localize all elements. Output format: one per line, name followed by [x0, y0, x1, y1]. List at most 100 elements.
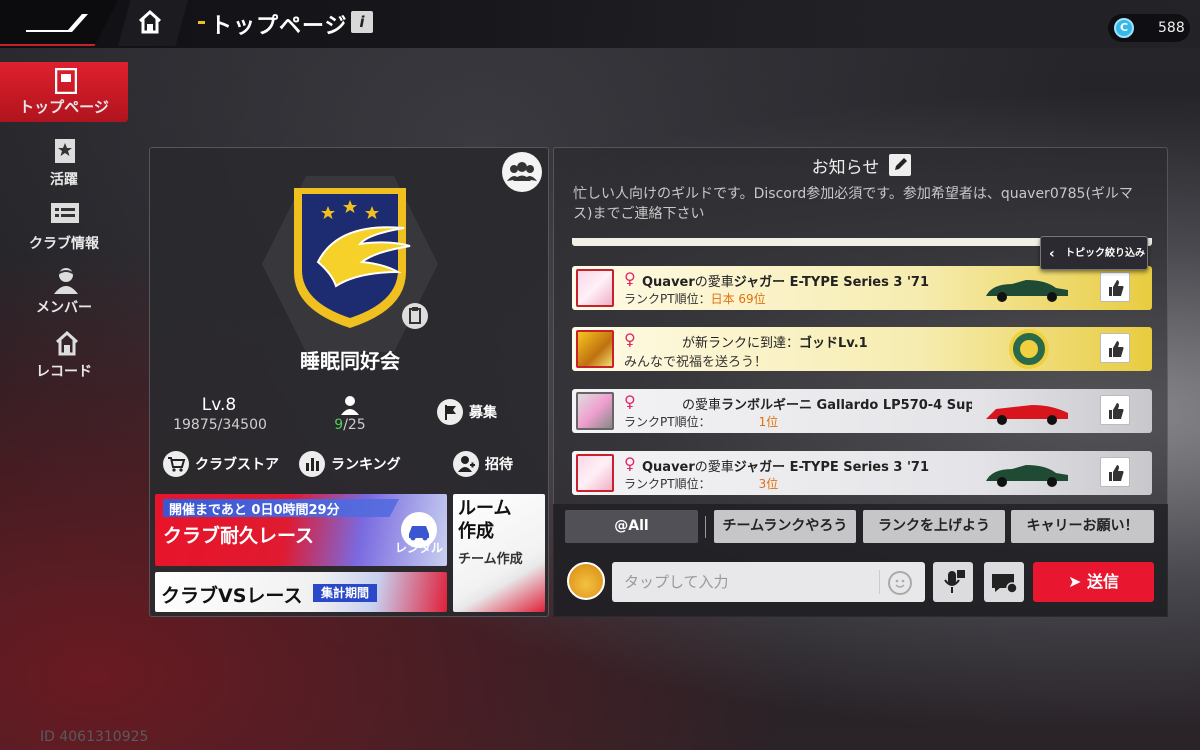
like-button[interactable] [1100, 333, 1130, 363]
feed-line-1: Quaverの愛車ジャガー E-TYPE Series 3 '71 [642, 456, 977, 475]
feed-verb: の愛車 [682, 398, 722, 413]
member-current: 9 [334, 417, 344, 433]
sidebar-item-members[interactable]: メンバー [0, 258, 128, 322]
quick-chat-team-rank[interactable]: チームランクやろう [714, 510, 856, 543]
home-icon [55, 330, 79, 356]
user-avatar [576, 392, 614, 430]
back-arrow-icon [26, 14, 88, 32]
feed-item: ♀ Quaverの愛車ジャガー E-TYPE Series 3 '71 ランクP… [572, 451, 1152, 495]
feed-verb: の愛車 [694, 275, 734, 290]
feed-car: ランボルギーニ Gallardo LP570-4 Superle [721, 398, 972, 413]
feed-item: ♀ が新ランクに到達：ゴッドLv.1 みんなで祝福を送ろう！ [572, 327, 1152, 371]
stamp-button[interactable] [984, 562, 1024, 602]
sidebar-item-club-info[interactable]: クラブ情報 [0, 194, 128, 258]
sidebar-item-label: トップページ [19, 98, 109, 116]
member-icon [54, 268, 78, 294]
sidebar: トップページ 活躍 クラブ情報 メンバー レコード [0, 62, 128, 386]
room-create-card[interactable]: ルーム作成 チーム作成 [453, 494, 545, 612]
feed-item: ♀ の愛車ランボルギーニ Gallardo LP570-4 Superle ラン… [572, 389, 1152, 433]
player-id: ID 4061310925 [40, 729, 149, 745]
info-card-icon [51, 203, 79, 223]
feed-line-1: の愛車ランボルギーニ Gallardo LP570-4 Superle [682, 394, 972, 413]
feed-line-1: Quaverの愛車ジャガー E-TYPE Series 3 '71 [642, 271, 977, 290]
vs-title: クラブVSレース [161, 585, 303, 607]
club-members-button[interactable] [502, 152, 542, 192]
member-count: 9/25 [310, 417, 390, 433]
activity-feed[interactable]: ♀ Quaverの愛車ジャガー E-TYPE Series 3 '71 ランクP… [572, 238, 1152, 503]
chat-avatar [567, 562, 605, 600]
club-card-icon [55, 68, 77, 94]
chevron-left-icon: ‹ [1049, 246, 1055, 262]
like-button[interactable] [1100, 395, 1130, 425]
quick-chat-carry[interactable]: キャリーお願い！ [1011, 510, 1154, 543]
vs-badge: 集計期間 [313, 584, 378, 602]
endurance-title: クラブ耐久レース [163, 525, 315, 547]
club-store-button[interactable]: クラブストア [163, 451, 279, 477]
sidebar-item-record[interactable]: レコード [0, 322, 128, 386]
rank-label: ランクPT順位： [624, 477, 711, 491]
divider [705, 516, 706, 538]
clipboard-icon[interactable] [402, 303, 428, 329]
back-button[interactable] [0, 0, 118, 46]
feed-car: ジャガー E-TYPE Series 3 '71 [733, 460, 930, 475]
cart-icon [163, 451, 189, 477]
info-icon[interactable]: i [351, 11, 373, 33]
recruit-button[interactable]: 募集 [437, 399, 497, 425]
feed-user: Quaver [642, 460, 695, 475]
like-button[interactable] [1100, 457, 1130, 487]
feed-line-2: みんなで祝福を送ろう！ [624, 351, 767, 370]
endurance-timer: 開催まであと 0日0時間29分 [169, 503, 340, 518]
emoji-icon[interactable] [888, 571, 912, 595]
room-subtitle: チーム作成 [458, 552, 523, 567]
sidebar-item-label: 活躍 [50, 172, 78, 188]
car-icon [986, 405, 1068, 425]
home-button[interactable] [118, 0, 188, 46]
topic-filter-button[interactable]: ‹ トピック絞り込み [1040, 236, 1148, 270]
ranking-button[interactable]: ランキング [299, 451, 401, 477]
invite-button[interactable]: 招待 [453, 451, 513, 477]
female-icon: ♀ [624, 330, 636, 349]
feed-line-2: ランクPT順位：日本 69位 [624, 290, 766, 307]
thumbs-up-icon [1109, 280, 1124, 296]
home-icon [138, 9, 162, 34]
feed-line-1: が新ランクに到達：ゴッドLv.1 [682, 332, 1017, 351]
feed-user: Quaver [642, 275, 695, 290]
currency-value: 588 [1158, 20, 1185, 36]
notice-header: お知らせ [554, 153, 1167, 178]
rank-value: 日本 69位 [710, 292, 766, 306]
quick-chat-all[interactable]: @All [565, 510, 698, 543]
room-title: ルーム作成 [458, 498, 512, 542]
user-avatar [576, 330, 614, 368]
car-icon [986, 280, 1068, 302]
bar-chart-icon [299, 451, 325, 477]
rank-label: ランクPT順位： [624, 415, 711, 429]
female-icon: ♀ [624, 392, 636, 411]
feed-verb: が新ランクに到達： [682, 336, 800, 351]
endurance-race-card[interactable]: 開催まであと 0日0時間29分 クラブ耐久レース レンタル [155, 494, 447, 566]
sidebar-item-label: メンバー [36, 300, 92, 316]
like-button[interactable] [1100, 272, 1130, 302]
mic-icon [944, 570, 965, 593]
voice-input-button[interactable] [933, 562, 973, 602]
quick-chat-rank-up[interactable]: ランクを上げよう [863, 510, 1005, 543]
send-icon: ➤ [1068, 572, 1082, 591]
send-button[interactable]: ➤ 送信 [1033, 562, 1154, 602]
club-emblem [294, 188, 411, 328]
club-name: 睡眠同好会 [300, 349, 400, 373]
feed-verb: の愛車 [694, 460, 734, 475]
feed-car: ジャガー E-TYPE Series 3 '71 [733, 275, 930, 290]
member-count-icon [341, 396, 359, 415]
vs-race-card[interactable]: クラブVSレース 集計期間 [155, 572, 447, 612]
rank-label: ランクPT順位： [624, 292, 711, 306]
coin-icon: C [1114, 18, 1134, 38]
rental-label: レンタル [395, 541, 444, 555]
notice-title: お知らせ [811, 158, 880, 178]
female-icon: ♀ [624, 269, 636, 288]
chat-bar: @All チームランクやろう ランクを上げよう キャリーお願い！ タップして入力… [553, 504, 1168, 617]
sidebar-item-activity[interactable]: 活躍 [0, 130, 128, 194]
sidebar-item-top[interactable]: トップページ [0, 62, 128, 122]
congrats-text: みんなで祝福を送ろう！ [624, 355, 768, 370]
sidebar-item-label: クラブ情報 [29, 236, 99, 252]
edit-icon[interactable] [889, 154, 912, 176]
page-title: トップページ [210, 14, 348, 39]
